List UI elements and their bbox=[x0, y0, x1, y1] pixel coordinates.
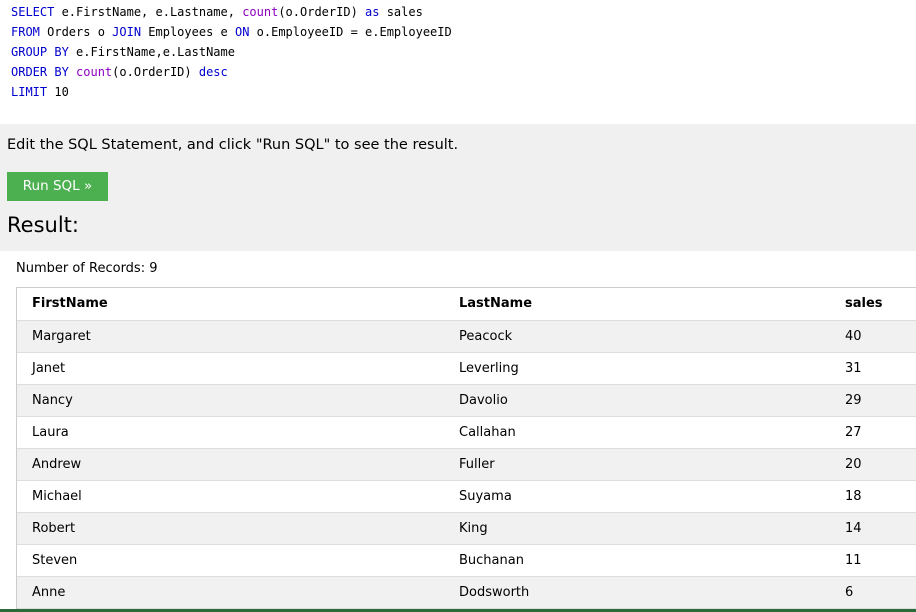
sql-keyword: GROUP BY bbox=[11, 45, 69, 59]
table-header-row: FirstName LastName sales bbox=[17, 288, 916, 321]
sql-line[interactable]: LIMIT 10 bbox=[11, 82, 916, 102]
sql-keyword: ON bbox=[234, 25, 250, 39]
table-row: Steven Buchanan 11 bbox=[17, 544, 916, 577]
sql-text: (o.OrderID) bbox=[278, 5, 366, 19]
sql-keyword: as bbox=[365, 5, 380, 19]
column-header-sales: sales bbox=[830, 288, 916, 321]
sql-line[interactable]: FROM Orders o JOIN Employees e ON o.Empl… bbox=[11, 22, 916, 42]
cell-sales: 29 bbox=[830, 384, 916, 417]
table-row: Janet Leverling 31 bbox=[17, 352, 916, 385]
cell-lastname: Davolio bbox=[444, 384, 830, 417]
records-count: Number of Records: 9 bbox=[16, 261, 158, 276]
sql-text: Orders o bbox=[39, 25, 113, 39]
sql-text: sales bbox=[379, 5, 423, 19]
sql-text: Employees e bbox=[141, 25, 235, 39]
sql-keyword: ORDER BY bbox=[11, 65, 69, 79]
sql-function: count bbox=[76, 65, 113, 79]
sql-keyword: desc bbox=[198, 65, 228, 79]
cell-sales: 40 bbox=[830, 320, 916, 353]
cell-sales: 14 bbox=[830, 512, 916, 545]
table-row: Robert King 14 bbox=[17, 512, 916, 545]
cell-lastname: Fuller bbox=[444, 448, 830, 481]
sql-text: o.EmployeeID = e.EmployeeID bbox=[249, 25, 452, 39]
sql-keyword: FROM bbox=[11, 25, 40, 39]
sql-text: (o.OrderID) bbox=[112, 65, 199, 79]
table-row: Nancy Davolio 29 bbox=[17, 384, 916, 417]
result-heading: Result: bbox=[7, 213, 79, 237]
result-table-wrapper: FirstName LastName sales Margaret Peacock… bbox=[16, 287, 916, 609]
table-row: Andrew Fuller 20 bbox=[17, 448, 916, 481]
cell-firstname: Margaret bbox=[17, 320, 444, 353]
column-header-firstname: FirstName bbox=[17, 288, 444, 321]
cell-lastname: Callahan bbox=[444, 416, 830, 449]
sql-keyword: JOIN bbox=[112, 25, 142, 39]
cell-lastname: Buchanan bbox=[444, 544, 830, 577]
cell-firstname: Anne bbox=[17, 576, 444, 609]
cell-firstname: Nancy bbox=[17, 384, 444, 417]
sql-editor[interactable]: SELECT e.FirstName, e.Lastname, count(o.… bbox=[0, 0, 916, 124]
table-body: Margaret Peacock 40 Janet Leverling 31 Nancy Da… bbox=[17, 320, 916, 609]
column-header-lastname: LastName bbox=[444, 288, 830, 321]
table-row: Michael Suyama 18 bbox=[17, 480, 916, 513]
instruction-text: Edit the SQL Statement, and click "Run S… bbox=[7, 137, 459, 153]
cell-lastname: King bbox=[444, 512, 830, 545]
cell-sales: 11 bbox=[830, 544, 916, 577]
sql-keyword: SELECT bbox=[11, 5, 55, 19]
cell-sales: 20 bbox=[830, 448, 916, 481]
table-row: Margaret Peacock 40 bbox=[17, 320, 916, 353]
cell-sales: 18 bbox=[830, 480, 916, 513]
cell-firstname: Steven bbox=[17, 544, 444, 577]
cell-lastname: Peacock bbox=[444, 320, 830, 353]
cell-sales: 31 bbox=[830, 352, 916, 385]
cell-firstname: Michael bbox=[17, 480, 444, 513]
table-row: Laura Callahan 27 bbox=[17, 416, 916, 449]
sql-line[interactable]: SELECT e.FirstName, e.Lastname, count(o.… bbox=[11, 2, 916, 22]
sql-text: e.FirstName,e.LastName bbox=[68, 45, 235, 59]
sql-text: e.FirstName, e.Lastname, bbox=[54, 5, 243, 19]
cell-lastname: Suyama bbox=[444, 480, 830, 513]
cell-lastname: Leverling bbox=[444, 352, 830, 385]
sql-function: count bbox=[242, 5, 279, 19]
run-sql-button[interactable]: Run SQL » bbox=[7, 172, 108, 201]
cell-firstname: Janet bbox=[17, 352, 444, 385]
result-table: FirstName LastName sales Margaret Peacock… bbox=[17, 288, 916, 609]
sql-text: 10 bbox=[47, 85, 69, 99]
sql-line[interactable]: ORDER BY count(o.OrderID) desc bbox=[11, 62, 916, 82]
cell-lastname: Dodsworth bbox=[444, 576, 830, 609]
cell-firstname: Robert bbox=[17, 512, 444, 545]
cell-sales: 27 bbox=[830, 416, 916, 449]
sql-line[interactable]: GROUP BY e.FirstName,e.LastName bbox=[11, 42, 916, 62]
cell-sales: 6 bbox=[830, 576, 916, 609]
result-panel: Number of Records: 9 FirstName LastName … bbox=[0, 251, 916, 612]
table-row: Anne Dodsworth 6 bbox=[17, 576, 916, 609]
cell-firstname: Laura bbox=[17, 416, 444, 449]
sql-keyword: LIMIT bbox=[11, 85, 48, 99]
cell-firstname: Andrew bbox=[17, 448, 444, 481]
